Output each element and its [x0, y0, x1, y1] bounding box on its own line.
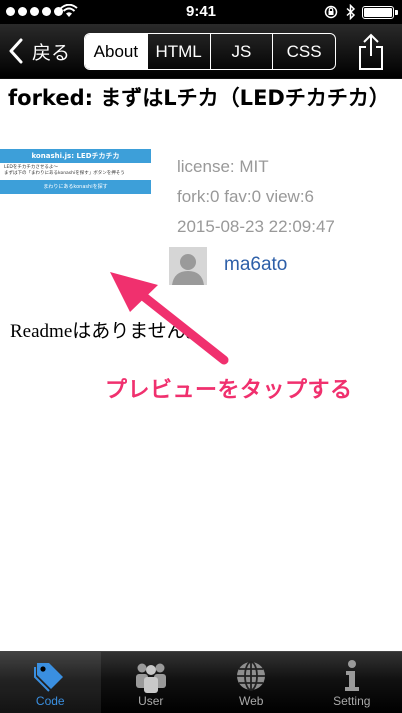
back-label: 戻る [32, 41, 71, 64]
status-time: 9:41 [185, 3, 217, 20]
users-icon [131, 656, 171, 696]
status-bar: 9:41 [0, 0, 402, 24]
chevron-left-icon [8, 36, 30, 66]
back-button[interactable]: 戻る [8, 36, 70, 66]
tab-setting[interactable]: Setting [302, 652, 402, 713]
share-icon[interactable] [352, 32, 390, 72]
battery-icon [362, 6, 398, 19]
tab-user[interactable]: User [101, 652, 202, 713]
tag-icon [30, 656, 70, 696]
tab-about[interactable]: About [85, 34, 147, 69]
preview-text: LEDをチカチカさせるよ〜 まずは下の「まわりにあるkonashiを探す」ボタン… [0, 163, 151, 180]
globe-icon [231, 656, 271, 696]
tab-web-label: Web [239, 694, 264, 708]
stats-text: fork:0 fav:0 view:6 [177, 187, 315, 206]
segmented-control: About HTML JS CSS [84, 33, 336, 70]
tab-setting-label: Setting [333, 694, 371, 708]
preview-button: まわりにあるkonashiを探す [0, 180, 151, 194]
license-text: license: MIT [177, 157, 269, 176]
preview-thumbnail[interactable]: konashi.js: LEDチカチカ LEDをチカチカさせるよ〜 まずは下の「… [0, 149, 151, 197]
code-meta: license: MIT fork:0 fav:0 view:6 2015-08… [177, 152, 335, 242]
preview-line-2: まずは下の「まわりにあるkonashiを探す」ボタンを押そう [4, 171, 125, 176]
nav-bar: 戻る About HTML JS CSS [0, 24, 402, 79]
annotation-text: プレビューをタップする [105, 378, 353, 403]
author-link[interactable]: ma6ato [224, 254, 287, 276]
tab-html[interactable]: HTML [146, 34, 210, 69]
readme-text: Readmeはありません。 [10, 321, 205, 342]
tab-bar: Code User Web Setting [0, 651, 402, 713]
user-silhouette-icon [169, 247, 207, 285]
tab-user-label: User [138, 694, 164, 708]
date-text: 2015-08-23 22:09:47 [177, 217, 335, 236]
tab-css[interactable]: CSS [272, 34, 335, 69]
page-title: forked: まずはLチカ（LEDチカチカ） [8, 86, 390, 110]
preview-header: konashi.js: LEDチカチカ [0, 149, 151, 163]
info-icon [332, 656, 372, 696]
avatar[interactable] [169, 247, 207, 285]
tab-code[interactable]: Code [0, 652, 101, 713]
tab-js[interactable]: JS [209, 34, 273, 69]
tab-code-label: Code [35, 694, 65, 708]
bluetooth-icon [346, 4, 356, 20]
tab-web[interactable]: Web [201, 652, 302, 713]
rotation-lock-icon [324, 5, 338, 19]
